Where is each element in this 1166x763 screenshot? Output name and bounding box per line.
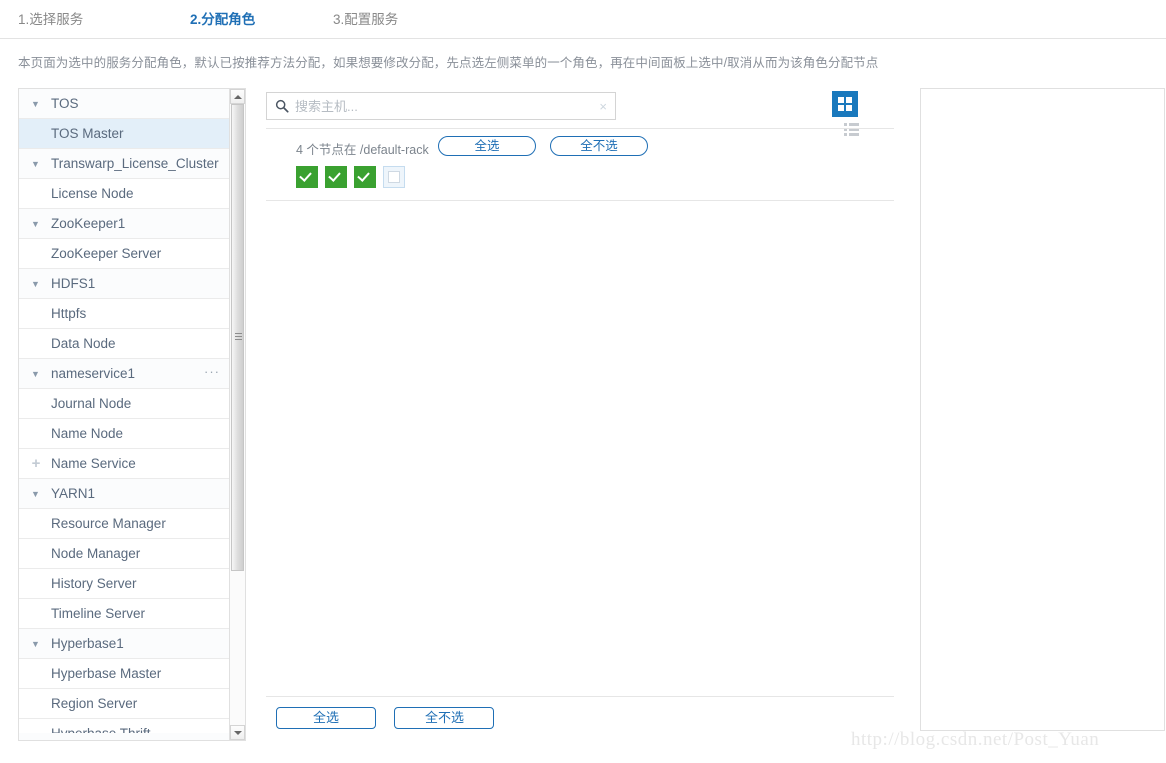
tree-row-label: nameservice1: [51, 366, 136, 381]
page-description: 本页面为选中的服务分配角色，默认已按推荐方法分配，如果想要修改分配，先点选左侧菜…: [18, 56, 879, 70]
node-checkbox-checked[interactable]: [325, 166, 347, 188]
tree-row-label: Hyperbase1: [51, 636, 124, 651]
rack-node-count: 4 个节点在 /default-rack: [296, 139, 429, 158]
rack-select-none-button[interactable]: 全不选: [550, 136, 648, 156]
check-icon: [357, 169, 370, 182]
tree-row[interactable]: License Node: [19, 179, 230, 209]
tree-row[interactable]: Name Node: [19, 419, 230, 449]
caret-down-icon[interactable]: ▼: [31, 209, 43, 239]
watermark: http://blog.csdn.net/Post_Yuan: [851, 729, 1100, 750]
caret-down-icon[interactable]: ▼: [31, 89, 43, 119]
search-box[interactable]: ×: [266, 92, 616, 120]
footer-select-none-button[interactable]: 全不选: [394, 707, 495, 729]
caret-down-icon[interactable]: ▼: [31, 359, 43, 389]
scroll-up-button[interactable]: [230, 89, 245, 104]
tree-row-label: Resource Manager: [51, 516, 166, 531]
caret-down-icon[interactable]: ▼: [31, 149, 43, 179]
tree-row[interactable]: ZooKeeper Server: [19, 239, 230, 269]
scrollbar-thumb[interactable]: [231, 104, 244, 571]
tree-row[interactable]: ▼ TOS: [19, 89, 230, 119]
scrollbar-grip-icon: [235, 332, 242, 342]
caret-down-icon[interactable]: ▼: [31, 269, 43, 299]
tree-row-label: Httpfs: [51, 306, 87, 321]
tree-row[interactable]: Node Manager: [19, 539, 230, 569]
node-checkbox-grid: [296, 166, 412, 188]
tree-row-label: Timeline Server: [51, 606, 146, 621]
node-checkbox-checked[interactable]: [354, 166, 376, 188]
list-icon: [844, 123, 859, 137]
caret-up-icon: [233, 94, 242, 99]
tree-row[interactable]: ▼ Hyperbase1: [19, 629, 230, 659]
tree-row[interactable]: History Server: [19, 569, 230, 599]
node-checkbox-checked[interactable]: [296, 166, 318, 188]
rack-count-text: 4 个节点在: [296, 143, 357, 157]
tree-row[interactable]: Journal Node: [19, 389, 230, 419]
check-icon: [299, 169, 312, 182]
tree-row[interactable]: + Name Service: [19, 449, 230, 479]
checkbox-empty-icon: [388, 171, 400, 183]
tree-row-label: Node Manager: [51, 546, 141, 561]
footer-actions: 全选 全不选: [276, 707, 508, 729]
rack-select-all-button[interactable]: 全选: [438, 136, 536, 156]
add-icon[interactable]: +: [29, 449, 43, 478]
tree-row[interactable]: ▼ YARN1: [19, 479, 230, 509]
tree-row[interactable]: ▼ Transwarp_License_Cluster: [19, 149, 230, 179]
tree-row[interactable]: ▼ HDFS1: [19, 269, 230, 299]
node-checkbox-unchecked[interactable]: [383, 166, 405, 188]
toolbar-divider: [266, 128, 894, 129]
tree-row-label: Region Server: [51, 696, 138, 711]
tree-row-label: YARN1: [51, 486, 96, 501]
grid-icon: [838, 97, 852, 111]
wizard-step-3[interactable]: 3.配置服务: [333, 8, 398, 28]
tree-row-label: ZooKeeper1: [51, 216, 126, 231]
wizard-step-2[interactable]: 2.分配角色: [190, 8, 255, 28]
nodes-divider: [266, 200, 894, 201]
grid-view-button[interactable]: [832, 91, 858, 117]
tree-row-label: Name Node: [51, 426, 124, 441]
tree-row-label: HDFS1: [51, 276, 96, 291]
tree-row-label: Data Node: [51, 336, 116, 351]
wizard-step-1[interactable]: 1.选择服务: [18, 8, 83, 28]
caret-down-icon[interactable]: ▼: [31, 629, 43, 659]
tree-scrollbar[interactable]: [229, 89, 245, 740]
tree-row[interactable]: Hyperbase Thrift: [19, 719, 230, 733]
footer-divider: [266, 696, 894, 697]
tree-row-label: Journal Node: [51, 396, 132, 411]
tree-row[interactable]: Timeline Server: [19, 599, 230, 629]
caret-down-icon: [233, 730, 242, 735]
rack-header-row: 4 个节点在 /default-rack 全选 全不选: [266, 136, 894, 160]
tree-row-label: TOS Master: [51, 126, 124, 141]
tree-row[interactable]: TOS Master: [19, 119, 230, 149]
tree-row[interactable]: Region Server: [19, 689, 230, 719]
tree-row-label: History Server: [51, 576, 137, 591]
role-tree-list: ▼ TOS TOS Master ▼ Transwarp_License_Cluster…: [19, 89, 230, 740]
tree-row-label: TOS: [51, 96, 79, 111]
tree-row-label: Name Service: [51, 456, 136, 471]
tree-row[interactable]: ▼ nameservice1 ···: [19, 359, 230, 389]
tree-row-label: ZooKeeper Server: [51, 246, 162, 261]
role-tree-panel: ▼ TOS TOS Master ▼ Transwarp_License_Cluster…: [18, 88, 246, 741]
tree-row-label: Hyperbase Thrift: [51, 719, 151, 733]
search-input[interactable]: [295, 93, 585, 119]
tree-row-label: License Node: [51, 186, 134, 201]
tree-row[interactable]: Httpfs: [19, 299, 230, 329]
tree-row-label: Hyperbase Master: [51, 666, 162, 681]
caret-down-icon[interactable]: ▼: [31, 479, 43, 509]
clear-search-icon[interactable]: ×: [599, 98, 607, 115]
scroll-down-button[interactable]: [230, 725, 245, 740]
rack-path: /default-rack: [359, 143, 429, 157]
details-panel: [920, 88, 1165, 731]
tree-row[interactable]: Hyperbase Master: [19, 659, 230, 689]
tree-row-label: Transwarp_License_Cluster: [51, 156, 219, 171]
check-icon: [328, 169, 341, 182]
tree-row[interactable]: Resource Manager: [19, 509, 230, 539]
footer-select-all-button[interactable]: 全选: [276, 707, 376, 729]
wizard-steps: 1.选择服务 2.分配角色 3.配置服务: [0, 0, 1166, 39]
tree-row[interactable]: Data Node: [19, 329, 230, 359]
tree-row[interactable]: ▼ ZooKeeper1: [19, 209, 230, 239]
row-more-menu-icon[interactable]: ···: [204, 359, 220, 385]
search-icon: [275, 99, 289, 113]
host-assignment-panel: × 4 个节点在 /default-rack 全选 全不选 全选 全不选: [266, 88, 894, 741]
